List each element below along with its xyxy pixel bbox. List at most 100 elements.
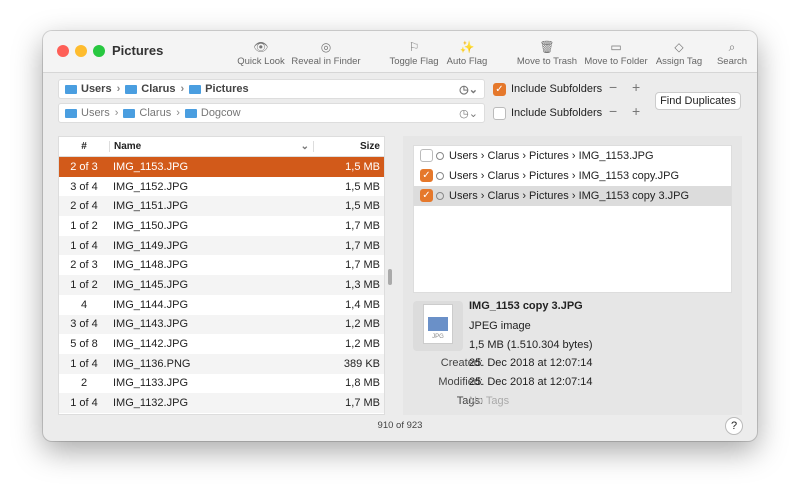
flag-circle-icon[interactable] — [436, 192, 444, 200]
auto-flag-button[interactable]: ✨ Auto Flag — [447, 40, 488, 67]
toggle-flag-button[interactable]: ⚐ Toggle Flag — [389, 40, 438, 67]
path-segment[interactable]: Users — [81, 107, 110, 119]
row-size: 1,2 MB — [345, 338, 380, 351]
path-segment[interactable]: Dogcow — [201, 107, 241, 119]
row-name: IMG_1145.JPG — [113, 278, 188, 291]
quick-look-button[interactable]: 👁 Quick Look — [237, 40, 285, 67]
add-folder-button[interactable]: + — [632, 79, 640, 95]
duplicate-path: Users › Clarus › Pictures › IMG_1153 cop… — [449, 170, 680, 182]
move-to-trash-label: Move to Trash — [516, 56, 578, 67]
row-count: 1 of 2 — [70, 278, 98, 291]
table-row[interactable]: 2 of 4 IMG_1151.JPG 1,5 MB — [59, 196, 384, 217]
add-folder-button[interactable]: + — [632, 103, 640, 119]
row-count: 5 of 8 — [70, 338, 98, 351]
help-button[interactable]: ? — [725, 417, 743, 435]
table-row[interactable]: 4 IMG_1144.JPG 1,4 MB — [59, 295, 384, 315]
flag-circle-icon[interactable] — [436, 172, 444, 180]
status-count: 910 of 923 — [377, 420, 423, 431]
duplicate-checkbox[interactable]: ✓ — [420, 189, 433, 202]
file-icon-label: JPG — [432, 334, 444, 340]
include-subfolders-label: Include Subfolders — [511, 83, 603, 95]
col-name-header[interactable]: Name ⌄ — [109, 141, 314, 152]
auto-flag-label: Auto Flag — [446, 56, 488, 67]
scrollbar[interactable] — [388, 269, 392, 285]
duplicate-checkbox[interactable]: ✓ — [420, 169, 433, 182]
search-label: Search — [716, 56, 748, 67]
path-segment[interactable]: Users — [81, 83, 112, 95]
table-row[interactable]: 1 of 4 IMG_1136.PNG 389 KB — [59, 353, 384, 374]
col-size-header[interactable]: Size — [314, 141, 384, 152]
include-subfolders-checkbox[interactable] — [493, 107, 506, 120]
row-size: 1,3 MB — [345, 278, 380, 291]
remove-folder-button[interactable]: − — [609, 103, 617, 119]
folder-path-2[interactable]: Users › Clarus › Dogcow ◷⌄ — [58, 103, 485, 123]
row-size: 1,7 MB — [345, 239, 380, 252]
zoom-button[interactable] — [93, 45, 105, 57]
file-table: # Name ⌄ Size 2 of 3 IMG_1153.JPG 1,5 MB 3 o… — [58, 136, 385, 415]
file-size: 1,5 MB (1.510.304 bytes) — [469, 339, 593, 351]
sort-chevron-icon: ⌄ — [300, 141, 309, 152]
assign-tag-icon: ◇ — [674, 40, 684, 54]
duplicate-path: Users › Clarus › Pictures › IMG_1153.JPG — [449, 150, 654, 162]
path-segment[interactable]: Pictures — [205, 83, 248, 95]
col-number-header[interactable]: # — [59, 141, 109, 152]
path-separator: › — [176, 107, 180, 119]
toggle-flag-label: Toggle Flag — [389, 56, 439, 67]
move-to-trash-button[interactable]: 🗑 Move to Trash — [517, 40, 577, 67]
table-row[interactable]: 2 IMG_1133.JPG 1,8 MB — [59, 374, 384, 394]
folder-path-1[interactable]: Users › Clarus › Pictures ◷⌄ — [58, 79, 485, 99]
row-name: IMG_1152.JPG — [113, 180, 188, 193]
window-title: Pictures — [112, 43, 164, 58]
file-thumbnail: JPG — [413, 301, 463, 351]
duplicate-list: Users › Clarus › Pictures › IMG_1153.JPG… — [413, 145, 732, 293]
duplicate-path: Users › Clarus › Pictures › IMG_1153 cop… — [449, 190, 690, 202]
search-button[interactable]: ⌕ Search — [717, 40, 747, 67]
created-value: 25. Dec 2018 at 12:07:14 — [469, 357, 593, 369]
reveal-in-finder-label: Reveal in Finder — [291, 56, 361, 67]
find-duplicates-button[interactable]: Find Duplicates — [655, 92, 741, 110]
duplicate-item[interactable]: Users › Clarus › Pictures › IMG_1153.JPG — [414, 146, 731, 166]
assign-tag-button[interactable]: ◇ Assign Tag — [656, 40, 702, 67]
minimize-button[interactable] — [75, 45, 87, 57]
path-segment[interactable]: Clarus — [141, 83, 175, 95]
row-count: 1 of 4 — [70, 357, 98, 370]
modified-value: 25. Dec 2018 at 12:07:14 — [469, 376, 593, 388]
table-row[interactable]: 1 of 2 IMG_1150.JPG 1,7 MB — [59, 216, 384, 236]
duplicate-item[interactable]: ✓ Users › Clarus › Pictures › IMG_1153 co… — [414, 166, 731, 186]
table-row[interactable]: 3 of 4 IMG_1152.JPG 1,5 MB — [59, 177, 384, 197]
folder-icon — [189, 84, 202, 94]
table-row[interactable]: 1 of 4 IMG_1132.JPG 1,7 MB — [59, 393, 384, 413]
path-segment[interactable]: Clarus — [139, 107, 171, 119]
reveal-in-finder-icon: ◎ — [320, 40, 332, 54]
reveal-in-finder-button[interactable]: ◎ Reveal in Finder — [291, 40, 360, 67]
move-to-trash-icon: 🗑 — [539, 40, 555, 54]
table-row[interactable]: 3 of 4 IMG_1143.JPG 1,2 MB — [59, 314, 384, 335]
folder-icon — [125, 84, 138, 94]
move-to-folder-button[interactable]: ▭ Move to Folder — [584, 40, 647, 67]
row-size: 1,7 MB — [345, 219, 380, 232]
table-row[interactable]: 2 of 3 IMG_1153.JPG 1,5 MB — [59, 157, 384, 177]
row-count: 2 of 3 — [70, 160, 98, 173]
quick-look-label: Quick Look — [237, 56, 285, 67]
close-button[interactable] — [57, 45, 69, 57]
row-name: IMG_1132.JPG — [113, 397, 188, 410]
table-row[interactable]: 5 of 8 IMG_1142.JPG 1,2 MB — [59, 334, 384, 354]
table-row[interactable]: 1 of 4 IMG_1149.JPG 1,7 MB — [59, 235, 384, 256]
table-row[interactable]: 2 of 3 IMG_1148.JPG 1,7 MB — [59, 255, 384, 275]
recent-folders-icon[interactable]: ◷⌄ — [459, 107, 478, 120]
duplicate-checkbox[interactable] — [420, 149, 433, 162]
folder-icon — [184, 108, 197, 118]
move-to-folder-label: Move to Folder — [584, 56, 648, 67]
row-count: 2 of 4 — [70, 200, 98, 213]
table-row[interactable]: 1 of 2 IMG_1145.JPG 1,3 MB — [59, 275, 384, 295]
row-name: IMG_1144.JPG — [113, 298, 188, 311]
recent-folders-icon[interactable]: ◷⌄ — [459, 83, 478, 96]
include-subfolders-checkbox[interactable]: ✓ — [493, 83, 506, 96]
tags-field[interactable]: No Tags — [469, 395, 509, 407]
flag-circle-icon[interactable] — [436, 152, 444, 160]
duplicate-item[interactable]: ✓ Users › Clarus › Pictures › IMG_1153 co… — [414, 186, 731, 206]
path-separator: › — [116, 83, 121, 95]
move-to-folder-icon: ▭ — [610, 40, 622, 54]
remove-folder-button[interactable]: − — [609, 79, 617, 95]
assign-tag-label: Assign Tag — [655, 56, 703, 67]
